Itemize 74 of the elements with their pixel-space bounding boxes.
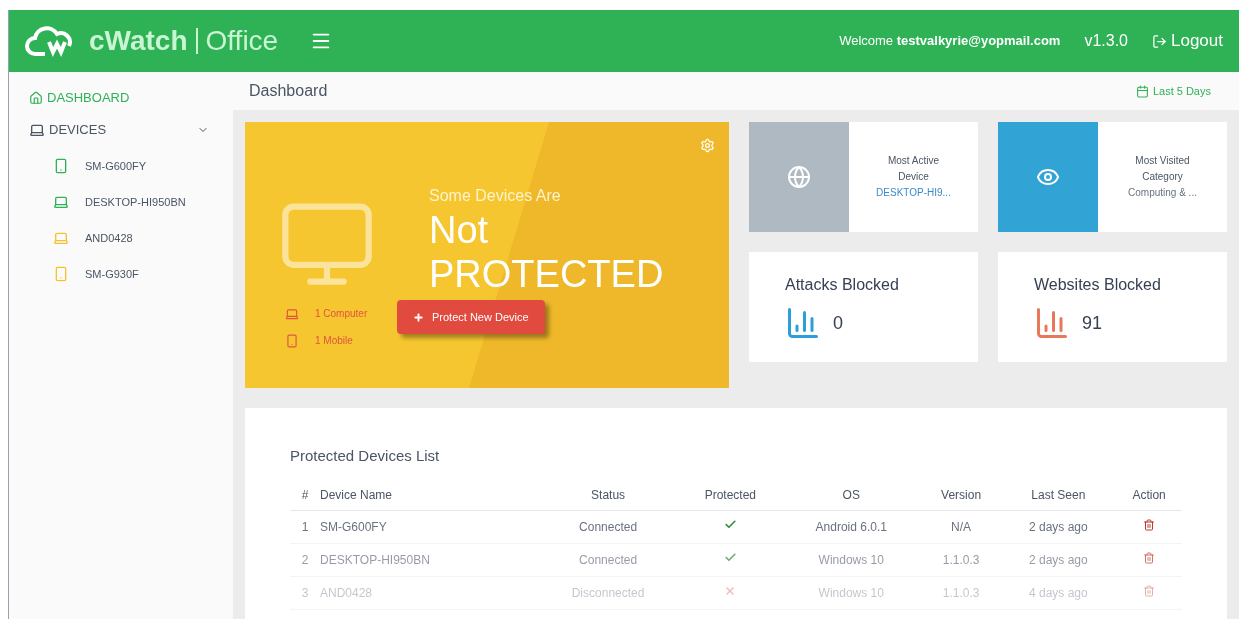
status-title: PROTECTED bbox=[429, 252, 664, 296]
plus-icon bbox=[413, 311, 424, 323]
info-card-label: Most Active Device bbox=[886, 154, 941, 184]
column-header: Last Seen bbox=[1031, 487, 1086, 502]
device-count: 1 Computer bbox=[315, 307, 368, 321]
table-cell: 2 days ago bbox=[1029, 519, 1088, 534]
table-cell: Disconnected bbox=[571, 585, 645, 600]
stat-title: Attacks Blocked bbox=[785, 275, 900, 295]
page-title: Dashboard bbox=[249, 81, 328, 101]
stat-title: Websites Blocked bbox=[1034, 275, 1162, 295]
phone-icon bbox=[285, 333, 299, 348]
table-cell: 2 days ago bbox=[1029, 552, 1088, 567]
device-count: 1 Mobile bbox=[315, 334, 353, 348]
device-item[interactable]: AND0428 bbox=[29, 220, 233, 256]
table-cell: AND0428 bbox=[320, 585, 373, 600]
protect-device-button[interactable]: Protect New Device bbox=[397, 300, 545, 334]
table-cell: DESKTOP-HI950BN bbox=[320, 552, 430, 567]
table-cell: Windows 10 bbox=[818, 585, 884, 600]
device-item[interactable]: DESKTOP-HI950BN bbox=[29, 184, 233, 220]
welcome-text: Welcome testvalkyrie@yopmail.com bbox=[839, 32, 1061, 51]
info-card-label: Most Visited Category bbox=[1134, 154, 1191, 184]
stat-value: 0 bbox=[833, 311, 843, 335]
table-cell: N/A bbox=[951, 519, 972, 534]
table-cell: Windows 10 bbox=[818, 552, 884, 567]
table-cell: 1.1.0.3 bbox=[942, 552, 980, 567]
column-header: # bbox=[301, 487, 309, 502]
device-item[interactable]: SM-G930F bbox=[29, 256, 233, 292]
home-icon bbox=[29, 91, 43, 105]
trash-icon bbox=[1143, 518, 1156, 531]
table-cell: Android 6.0.1 bbox=[815, 519, 887, 534]
logout-icon bbox=[1152, 33, 1167, 49]
device-item[interactable]: SM-G600FY bbox=[29, 148, 233, 184]
column-header: Action bbox=[1132, 487, 1166, 502]
check-icon bbox=[723, 550, 737, 564]
column-header: Version bbox=[941, 487, 982, 502]
stat-value: 91 bbox=[1082, 311, 1103, 335]
cross-icon bbox=[724, 584, 737, 597]
table-cell: Connected bbox=[579, 519, 638, 534]
calendar-icon bbox=[1135, 84, 1149, 98]
info-card-value: Computing & ... bbox=[1128, 186, 1197, 200]
delete-button[interactable] bbox=[1143, 551, 1156, 564]
column-header: Device Name bbox=[320, 487, 393, 502]
table-cell: 1.1.0.3 bbox=[942, 585, 980, 600]
table-cell: 3 bbox=[301, 585, 309, 600]
table-cell: 1 bbox=[301, 519, 309, 534]
table-cell: 4 days ago bbox=[1029, 585, 1088, 600]
product-name: Office bbox=[195, 28, 279, 54]
delete-button[interactable] bbox=[1143, 518, 1156, 531]
laptop-icon bbox=[53, 230, 69, 246]
column-header: Protected bbox=[704, 487, 756, 502]
laptop-icon bbox=[29, 122, 45, 138]
status-subtitle: Some Devices Are bbox=[429, 186, 562, 206]
status-title: Not bbox=[429, 208, 490, 252]
sidebar-item[interactable]: DEVICES bbox=[29, 116, 209, 144]
version-text: v1.3.0 bbox=[1084, 31, 1128, 51]
bar-chart-icon bbox=[1034, 305, 1070, 341]
column-header: Status bbox=[591, 487, 626, 502]
trash-icon bbox=[1143, 551, 1156, 564]
phone-icon bbox=[53, 158, 69, 174]
brand-name: cWatch bbox=[89, 24, 188, 58]
table-cell: Connected bbox=[579, 552, 638, 567]
laptop-icon bbox=[53, 194, 69, 210]
phone-icon bbox=[53, 266, 69, 282]
table-cell: SM-G600FY bbox=[320, 519, 387, 534]
table-title: Protected Devices List bbox=[290, 447, 440, 464]
table-cell: 2 bbox=[301, 552, 309, 567]
check-icon bbox=[723, 517, 737, 531]
column-header: OS bbox=[842, 487, 860, 502]
settings-icon[interactable] bbox=[700, 138, 715, 153]
globe-icon bbox=[787, 165, 811, 189]
bar-chart-icon bbox=[785, 305, 821, 341]
info-card-value: DESKTOP-HI9... bbox=[876, 186, 951, 200]
laptop-icon bbox=[285, 306, 299, 321]
trash-icon bbox=[1143, 584, 1156, 597]
